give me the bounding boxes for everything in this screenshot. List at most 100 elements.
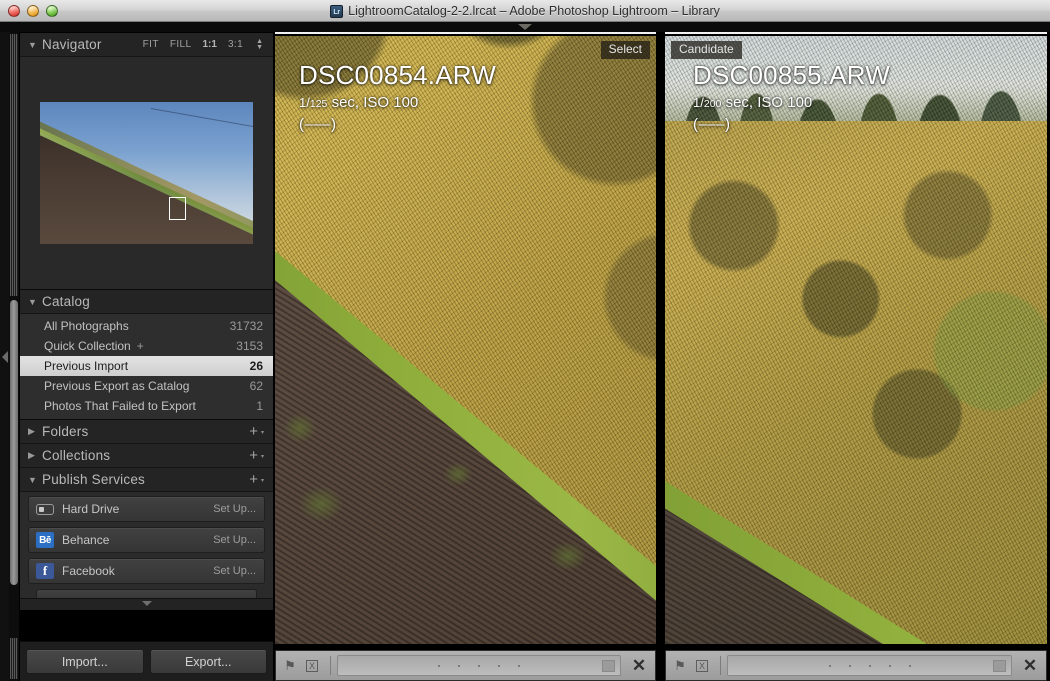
rating-dot[interactable]	[458, 665, 460, 667]
traffic-light-group	[8, 5, 58, 17]
flag-pick-icon[interactable]: ⚑	[280, 656, 300, 676]
flag-pick-icon[interactable]: ⚑	[670, 656, 690, 676]
publish-services-disclosure-icon[interactable]: ▼	[28, 475, 42, 485]
lightroom-app-icon: Lr	[330, 5, 343, 18]
behance-icon: Bē	[36, 532, 54, 548]
close-window-button[interactable]	[8, 5, 20, 17]
collections-disclosure-icon[interactable]: ▶	[28, 450, 42, 461]
zoom-window-button[interactable]	[46, 5, 58, 17]
zoom-stepper-down-icon[interactable]: ▼	[256, 45, 263, 50]
select-close-icon[interactable]: ✕	[627, 655, 651, 677]
catalog-title: Catalog	[42, 294, 263, 309]
publish-service-partial-row[interactable]	[36, 589, 257, 598]
select-photo-sprig	[283, 413, 317, 443]
minimize-window-button[interactable]	[27, 5, 39, 17]
folders-panel-header[interactable]: ▶ Folders +	[20, 420, 273, 444]
window-title: LightroomCatalog-2-2.lrcat – Adobe Photo…	[348, 4, 720, 18]
work-area: ▼ Navigator FIT FILL 1:1 3:1 ▲ ▼	[0, 32, 1050, 681]
navigator-thumbnail[interactable]	[40, 102, 253, 244]
catalog-item-photos-that-failed-to-export[interactable]: Photos That Failed to Export 1	[20, 396, 273, 416]
folders-disclosure-icon[interactable]: ▶	[28, 426, 42, 437]
publish-service-behance[interactable]: Bē Behance Set Up...	[28, 527, 265, 553]
collections-panel-header[interactable]: ▶ Collections +	[20, 444, 273, 468]
rating-dot[interactable]	[869, 665, 871, 667]
catalog-item-label: Previous Import	[44, 359, 250, 373]
toolbar-slider-handle[interactable]	[602, 660, 615, 672]
catalog-item-label: All Photographs	[44, 319, 230, 333]
sidebar-scroll-down-handle[interactable]	[20, 598, 273, 610]
add-publish-service-icon[interactable]: +	[249, 475, 263, 485]
select-pane-top-border	[275, 32, 656, 34]
candidate-toolbar: ⚑ X ✕	[665, 650, 1047, 681]
select-photo-sprig	[298, 486, 344, 522]
candidate-photo[interactable]: Candidate DSC00855.ARW 1/200 sec, ISO 10…	[665, 36, 1047, 644]
publish-service-name: Behance	[62, 533, 213, 547]
navigator-disclosure-icon[interactable]: ▼	[28, 40, 42, 50]
catalog-item-quick-collection[interactable]: Quick Collection+ 3153	[20, 336, 273, 356]
select-rating-strip[interactable]	[337, 655, 621, 676]
rating-dot[interactable]	[889, 665, 891, 667]
window-titlebar: Lr LightroomCatalog-2-2.lrcat – Adobe Ph…	[0, 0, 1050, 22]
select-toolbar: ⚑ X ✕	[275, 650, 656, 681]
rating-dot[interactable]	[829, 665, 831, 667]
zoom-stepper[interactable]: ▲ ▼	[256, 39, 263, 50]
add-folder-icon[interactable]: +	[249, 427, 263, 437]
catalog-item-count: 62	[250, 379, 263, 393]
navigator-zoom-controls: FIT FILL 1:1 3:1 ▲ ▼	[143, 39, 263, 50]
collections-title: Collections	[42, 448, 249, 463]
publish-services-title: Publish Services	[42, 472, 249, 487]
publish-service-setup-link[interactable]: Set Up...	[213, 534, 256, 546]
candidate-pane[interactable]: Candidate DSC00855.ARW 1/200 sec, ISO 10…	[663, 32, 1050, 681]
rating-dot[interactable]	[498, 665, 500, 667]
zoom-fit-button[interactable]: FIT	[143, 39, 159, 50]
catalog-item-previous-export-as-catalog[interactable]: Previous Export as Catalog 62	[20, 376, 273, 396]
publish-service-setup-link[interactable]: Set Up...	[213, 503, 256, 515]
toolbar-slider-handle[interactable]	[993, 660, 1006, 672]
select-photo-sprig	[549, 541, 587, 571]
import-button[interactable]: Import...	[26, 649, 144, 674]
catalog-item-all-photographs[interactable]: All Photographs 31732	[20, 316, 273, 336]
rating-dot[interactable]	[478, 665, 480, 667]
catalog-item-count: 1	[256, 399, 263, 413]
flag-reject-icon[interactable]: X	[692, 656, 712, 676]
select-pane[interactable]: Select DSC00854.ARW 1/125 sec, ISO 100 (…	[273, 32, 658, 681]
publish-service-setup-link[interactable]: Set Up...	[213, 565, 256, 577]
catalog-panel-header[interactable]: ▼ Catalog	[20, 290, 273, 314]
export-button[interactable]: Export...	[150, 649, 268, 674]
candidate-rating-strip[interactable]	[727, 655, 1012, 676]
rating-dot[interactable]	[438, 665, 440, 667]
zoom-3to1-button[interactable]: 3:1	[228, 39, 243, 50]
sidebar-scrollbar-thumb[interactable]	[10, 300, 18, 585]
candidate-close-icon[interactable]: ✕	[1018, 655, 1042, 677]
toolbar-separator	[720, 656, 721, 675]
navigator-preview[interactable]	[20, 57, 273, 290]
candidate-pane-top-border	[665, 32, 1047, 34]
left-panel-collapse-handle[interactable]	[0, 32, 9, 681]
publish-service-hard-drive[interactable]: Hard Drive Set Up...	[28, 496, 265, 522]
zoom-1to1-button[interactable]: 1:1	[203, 39, 217, 50]
select-photo-sprig	[443, 462, 473, 486]
chevron-down-icon	[142, 601, 152, 606]
module-picker-bar[interactable]	[0, 22, 1050, 32]
publish-services-panel-header[interactable]: ▼ Publish Services +	[20, 468, 273, 492]
add-collection-icon[interactable]: +	[249, 451, 263, 461]
flag-reject-icon[interactable]: X	[302, 656, 322, 676]
publish-services-list: Hard Drive Set Up... Bē Behance Set Up..…	[20, 492, 273, 598]
zoom-fill-button[interactable]: FILL	[170, 39, 192, 50]
publish-service-name: Facebook	[62, 564, 213, 578]
sidebar-grip-top	[10, 34, 18, 296]
rating-dot[interactable]	[909, 665, 911, 667]
chevron-left-icon	[2, 351, 8, 363]
select-photo[interactable]: Select DSC00854.ARW 1/125 sec, ISO 100 (…	[275, 36, 656, 644]
rating-dot[interactable]	[849, 665, 851, 667]
navigator-crop-rectangle[interactable]	[169, 197, 186, 220]
toolbar-separator	[330, 656, 331, 675]
catalog-item-previous-import[interactable]: Previous Import 26	[20, 356, 273, 376]
catalog-disclosure-icon[interactable]: ▼	[28, 297, 42, 307]
catalog-item-count: 31732	[230, 319, 263, 333]
module-picker-collapse-icon[interactable]	[518, 24, 532, 30]
publish-service-facebook[interactable]: f Facebook Set Up...	[28, 558, 265, 584]
rating-dot[interactable]	[518, 665, 520, 667]
window-title-group: Lr LightroomCatalog-2-2.lrcat – Adobe Ph…	[0, 0, 1050, 22]
navigator-panel-header[interactable]: ▼ Navigator FIT FILL 1:1 3:1 ▲ ▼	[20, 33, 273, 57]
